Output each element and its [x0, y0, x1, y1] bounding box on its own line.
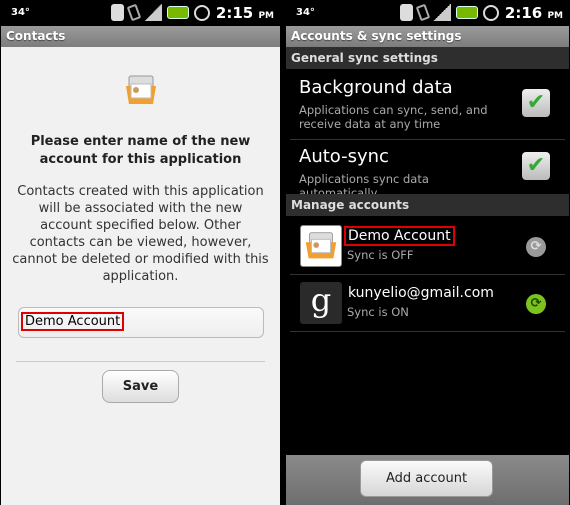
account-name-input[interactable]: Demo Account — [18, 307, 264, 338]
title-bar: Contacts — [1, 26, 280, 47]
account-row-google[interactable]: g kunyelio@gmail.com Sync is ON ⟳ — [286, 279, 569, 329]
divider — [290, 274, 565, 275]
google-icon: g — [300, 282, 342, 324]
signal-icon — [433, 4, 451, 21]
save-button[interactable]: Save — [102, 370, 179, 403]
prompt-body: Contacts created with this application w… — [12, 184, 269, 284]
battery-icon — [167, 6, 189, 19]
background-data-pref[interactable]: Background data Applications can sync, s… — [286, 72, 569, 137]
pref-title: Auto-sync — [299, 146, 389, 167]
vibrate-icon — [126, 3, 142, 22]
wifi-icon — [111, 4, 124, 21]
auto-sync-pref[interactable]: Auto-sync Applications sync data automat… — [286, 140, 569, 200]
sync-off-icon: ⟳ — [526, 237, 546, 257]
account-name: kunyelio@gmail.com — [348, 285, 494, 301]
clock: 2:16 PM — [504, 4, 563, 22]
divider — [290, 331, 565, 332]
temperature: 34° — [296, 7, 315, 18]
account-sync-status: Sync is OFF — [347, 248, 414, 262]
alarm-icon — [483, 4, 499, 21]
alarm-icon — [194, 4, 210, 21]
pref-title: Background data — [299, 77, 453, 98]
vibrate-icon — [415, 3, 431, 22]
manage-accounts-header: Manage accounts — [286, 194, 569, 216]
temperature: 34° — [11, 7, 30, 18]
status-bar: 34° 2:15 PM — [1, 0, 280, 26]
sync-on-icon: ⟳ — [526, 294, 546, 314]
status-bar: 34° 2:16 PM — [286, 0, 569, 26]
general-sync-header: General sync settings — [286, 47, 569, 69]
auto-sync-checkbox[interactable]: ✔ — [522, 152, 550, 180]
signal-icon — [144, 4, 162, 21]
pref-summary: Applications can sync, send, and receive… — [299, 103, 488, 131]
wifi-icon — [400, 4, 413, 21]
account-name-value: Demo Account — [20, 312, 125, 331]
accounts-sync-screen: 34° 2:16 PM Accounts & sync settings Gen… — [286, 0, 569, 505]
contacts-app-icon — [300, 225, 342, 267]
add-account-button[interactable]: Add account — [360, 460, 493, 497]
contacts-app-icon — [126, 75, 156, 104]
prompt-title: Please enter name of the new account for… — [30, 134, 251, 167]
contacts-screen: 34° 2:15 PM Contacts Please enter name o… — [1, 0, 280, 505]
divider — [16, 361, 265, 362]
bottom-bar: Add account — [286, 455, 569, 505]
account-row-demo[interactable]: Demo Account Sync is OFF ⟳ — [286, 222, 569, 272]
account-sync-status: Sync is ON — [347, 305, 409, 319]
title-bar: Accounts & sync settings — [286, 26, 569, 47]
battery-icon — [456, 6, 478, 19]
background-data-checkbox[interactable]: ✔ — [522, 89, 550, 117]
clock: 2:15 PM — [215, 4, 274, 22]
account-name: Demo Account — [344, 226, 455, 246]
